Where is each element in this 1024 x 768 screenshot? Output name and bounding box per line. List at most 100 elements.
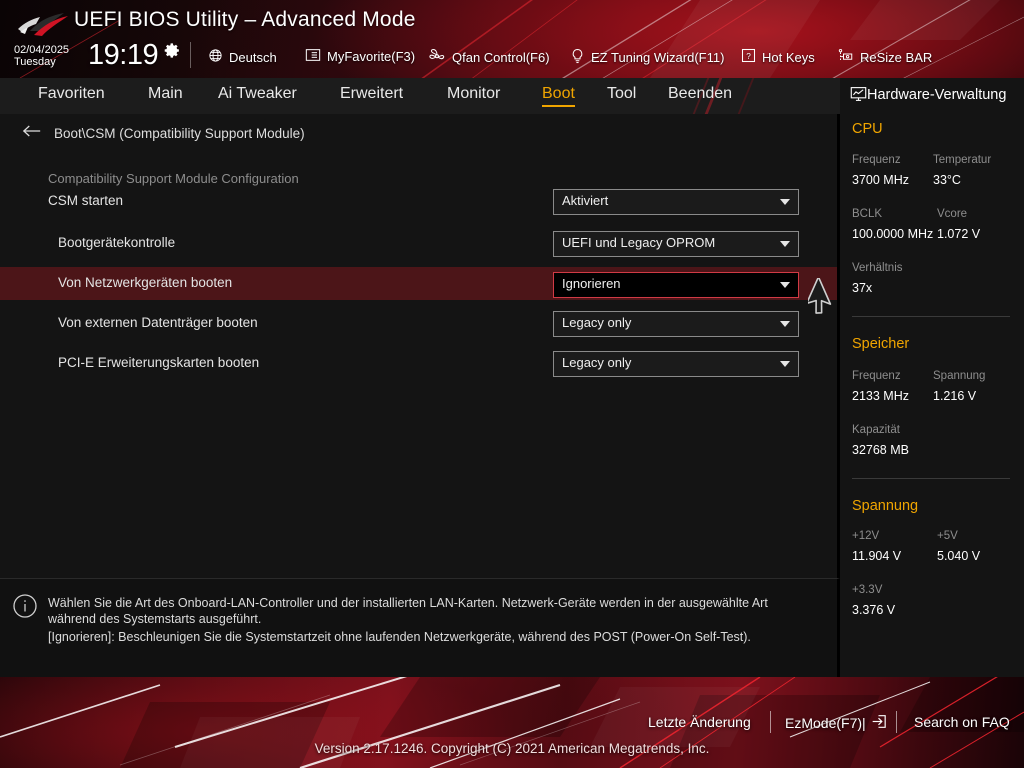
header-item-label: ReSize BAR bbox=[860, 49, 933, 65]
header-item-resize-bar[interactable]: ReSize BAR bbox=[836, 48, 932, 66]
breadcrumb-label: Boot\CSM (Compatibility Support Module) bbox=[54, 126, 305, 141]
page-title: UEFI BIOS Utility – Advanced Mode bbox=[74, 8, 416, 31]
sidebar-key-vcore: Vcore bbox=[937, 208, 968, 220]
sidebar-value-cpu-frequenz: 3700 MHz bbox=[852, 173, 909, 187]
version-text: Version 2.17.1246. Copyright (C) 2021 Am… bbox=[314, 741, 710, 756]
setting-label: CSM starten bbox=[48, 193, 124, 208]
header-item-hot-keys[interactable]: ? Hot Keys bbox=[741, 48, 815, 66]
section-subtitle: Compatibility Support Module Configurati… bbox=[48, 171, 299, 186]
clock-display: 19:19 bbox=[88, 39, 159, 71]
fan-icon bbox=[428, 48, 446, 66]
tab-beenden[interactable]: Beenden bbox=[668, 85, 732, 105]
sidebar-group-spannung-title: Spannung bbox=[852, 498, 919, 514]
tab-favoriten[interactable]: Favoriten bbox=[38, 85, 105, 105]
list-icon bbox=[305, 48, 321, 65]
setting-row-externe-datentraeger-booten[interactable]: Von externen Datenträger booten Legacy o… bbox=[0, 307, 837, 340]
sidebar-key-verhaeltnis: Verhältnis bbox=[852, 262, 903, 274]
header-item-ez-tuning-wizard[interactable]: EZ Tuning Wizard(F11) bbox=[570, 48, 724, 67]
footer-item-search-on-faq[interactable]: Search on FAQ bbox=[914, 714, 1010, 730]
setting-label: Von Netzwerkgeräten booten bbox=[58, 275, 233, 290]
date-value: 02/04/2025 bbox=[14, 44, 70, 56]
footer-divider bbox=[896, 711, 897, 733]
dropdown-value: Legacy only bbox=[562, 355, 632, 370]
gear-icon[interactable] bbox=[164, 42, 181, 64]
dropdown-externe-datentraeger-booten[interactable]: Legacy only bbox=[553, 311, 799, 337]
resize-bar-icon bbox=[836, 48, 854, 66]
dropdown-pcie-erweiterungskarten-booten[interactable]: Legacy only bbox=[553, 351, 799, 377]
dropdown-value: Legacy only bbox=[562, 315, 632, 330]
sidebar-value-cpu-temperatur: 33°C bbox=[933, 173, 961, 187]
sidebar-key-cpu-frequenz: Frequenz bbox=[852, 154, 901, 166]
mouse-pointer-icon bbox=[805, 276, 840, 323]
header-item-myfavorite[interactable]: MyFavorite(F3) bbox=[305, 48, 415, 65]
tab-boot[interactable]: Boot bbox=[542, 85, 575, 107]
sidebar-value-mem-spannung: 1.216 V bbox=[933, 389, 977, 403]
footer-item-letzte-aenderung[interactable]: Letzte Änderung bbox=[648, 714, 751, 730]
sidebar-divider bbox=[852, 478, 1010, 479]
help-text-line: während des Systemstarts ausgeführt. bbox=[48, 612, 262, 626]
setting-row-bootgeraetekontrolle[interactable]: Bootgerätekontrolle UEFI und Legacy OPRO… bbox=[0, 227, 837, 260]
question-box-icon: ? bbox=[741, 48, 756, 66]
hardware-monitor-sidebar: Hardware-Verwaltung CPU Frequenz 3700 MH… bbox=[840, 78, 1024, 677]
sidebar-value-vcore: 1.072 V bbox=[937, 227, 981, 241]
dropdown-bootgeraetekontrolle[interactable]: UEFI und Legacy OPROM bbox=[553, 231, 799, 257]
rog-logo-icon bbox=[18, 13, 68, 36]
sidebar-key-mem-frequenz: Frequenz bbox=[852, 370, 901, 382]
chevron-down-icon bbox=[780, 321, 790, 327]
chevron-down-icon bbox=[780, 361, 790, 367]
sidebar-key-mem-spannung: Spannung bbox=[933, 370, 986, 382]
tab-erweitert[interactable]: Erweitert bbox=[340, 85, 403, 105]
footer-item-label: Search on FAQ bbox=[914, 714, 1010, 730]
setting-row-pcie-erweiterungskarten-booten[interactable]: PCI-E Erweiterungskarten booten Legacy o… bbox=[0, 347, 837, 380]
date-display: 02/04/2025 Tuesday bbox=[14, 44, 69, 68]
sidebar-value-33v: 3.376 V bbox=[852, 603, 896, 617]
chevron-down-icon bbox=[780, 241, 790, 247]
tab-monitor[interactable]: Monitor bbox=[447, 85, 500, 105]
help-text-line: Wählen Sie die Art des Onboard-LAN-Contr… bbox=[48, 596, 768, 610]
tab-ai-tweaker[interactable]: Ai Tweaker bbox=[218, 85, 297, 105]
monitor-icon bbox=[850, 86, 867, 107]
sidebar-value-verhaeltnis: 37x bbox=[852, 281, 873, 295]
header-item-qfan[interactable]: Qfan Control(F6) bbox=[428, 48, 550, 66]
settings-panel: Boot\CSM (Compatibility Support Module) … bbox=[0, 114, 840, 578]
header-item-label: Deutsch bbox=[229, 49, 277, 65]
exit-arrow-icon bbox=[870, 714, 887, 732]
footer-item-label: EzMode(F7)| bbox=[785, 715, 866, 731]
dropdown-value: UEFI und Legacy OPROM bbox=[562, 235, 716, 250]
info-icon bbox=[12, 593, 38, 624]
setting-label: Bootgerätekontrolle bbox=[58, 235, 176, 250]
header-item-language[interactable]: Deutsch bbox=[208, 48, 277, 66]
back-arrow-icon[interactable] bbox=[22, 124, 42, 143]
sidebar-group-cpu-title: CPU bbox=[852, 121, 883, 137]
footer-item-label: Letzte Änderung bbox=[648, 714, 751, 730]
breadcrumb[interactable]: Boot\CSM (Compatibility Support Module) bbox=[22, 124, 305, 143]
globe-icon bbox=[208, 48, 223, 66]
sidebar-key-5v: +5V bbox=[937, 530, 958, 542]
header-bar: UEFI BIOS Utility – Advanced Mode 02/04/… bbox=[0, 0, 1024, 78]
bulb-icon bbox=[570, 48, 585, 67]
tab-main[interactable]: Main bbox=[148, 85, 183, 105]
help-text-line: [Ignorieren]: Beschleunigen Sie die Syst… bbox=[48, 630, 751, 644]
sidebar-value-12v: 11.904 V bbox=[852, 549, 902, 563]
setting-label: PCI-E Erweiterungskarten booten bbox=[58, 355, 260, 370]
chevron-down-icon bbox=[780, 282, 790, 288]
footer-item-ezmode[interactable]: EzMode(F7)| bbox=[785, 714, 887, 732]
header-item-label: Hot Keys bbox=[762, 49, 815, 65]
sidebar-value-5v: 5.040 V bbox=[937, 549, 981, 563]
dropdown-value: Aktiviert bbox=[562, 193, 609, 208]
sidebar-title-text: Hardware-Verwaltung bbox=[867, 87, 1007, 103]
header-item-label: MyFavorite(F3) bbox=[327, 49, 416, 64]
setting-row-netzwerkgeraete-booten[interactable]: Von Netzwerkgeräten booten Ignorieren bbox=[0, 267, 837, 300]
sidebar-group-speicher-title: Speicher bbox=[852, 336, 910, 352]
svg-text:?: ? bbox=[746, 52, 751, 61]
header-item-label: EZ Tuning Wizard(F11) bbox=[591, 50, 725, 65]
dropdown-csm-starten[interactable]: Aktiviert bbox=[553, 189, 799, 215]
weekday-value: Tuesday bbox=[14, 56, 56, 68]
bios-screen: UEFI BIOS Utility – Advanced Mode 02/04/… bbox=[0, 0, 1024, 768]
tab-tool[interactable]: Tool bbox=[607, 85, 636, 105]
sidebar-key-bclk: BCLK bbox=[852, 208, 883, 220]
setting-row-csm-starten[interactable]: CSM starten Aktiviert bbox=[0, 185, 837, 218]
sidebar-key-cpu-temperatur: Temperatur bbox=[933, 154, 992, 166]
dropdown-netzwerkgeraete-booten[interactable]: Ignorieren bbox=[553, 272, 799, 298]
footer-divider bbox=[770, 711, 771, 733]
